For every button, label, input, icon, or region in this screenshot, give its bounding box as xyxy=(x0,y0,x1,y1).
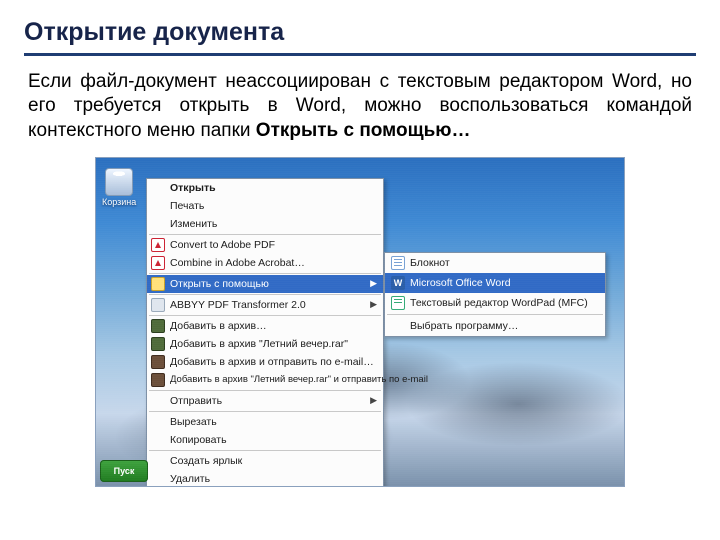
menu-open[interactable]: Открыть xyxy=(147,179,383,197)
menu-add-send-email[interactable]: Добавить в архив и отправить по e-mail… xyxy=(147,353,383,371)
archive-icon xyxy=(151,319,165,333)
blank-icon xyxy=(151,199,165,213)
menu-cut[interactable]: Вырезать xyxy=(147,413,383,431)
menu-separator xyxy=(149,411,381,412)
archive-icon xyxy=(151,337,165,351)
archive-mail-icon xyxy=(151,373,165,387)
start-label: Пуск xyxy=(114,466,135,476)
app-icon xyxy=(151,298,165,312)
blank-icon xyxy=(151,217,165,231)
submenu-wordpad[interactable]: Текстовый редактор WordPad (MFC) xyxy=(385,293,605,313)
trash-label: Корзина xyxy=(102,198,136,207)
pdf-icon xyxy=(151,256,165,270)
submenu-choose[interactable]: Выбрать программу… xyxy=(385,316,605,336)
menu-create-shortcut[interactable]: Создать ярлык xyxy=(147,452,383,470)
blank-icon xyxy=(151,472,165,486)
menu-send-to[interactable]: Отправить▶ xyxy=(147,392,383,410)
submenu-separator xyxy=(387,314,603,315)
menu-separator xyxy=(149,390,381,391)
wordpad-icon xyxy=(391,296,405,310)
menu-add-named-send-email[interactable]: Добавить в архив "Летний вечер.rar" и от… xyxy=(147,371,383,389)
paragraph-bold: Открыть с помощью… xyxy=(256,120,471,141)
menu-separator xyxy=(149,273,381,274)
recycle-bin-icon[interactable]: Корзина xyxy=(102,168,136,207)
blank-icon xyxy=(151,415,165,429)
blank-icon xyxy=(151,454,165,468)
notepad-icon xyxy=(391,256,405,270)
trash-icon xyxy=(105,168,133,196)
menu-combine-pdf[interactable]: Combine in Adobe Acrobat… xyxy=(147,254,383,272)
slide-title: Открытие документа xyxy=(24,18,696,56)
blank-icon xyxy=(151,181,165,195)
open-with-submenu[interactable]: Блокнот WMicrosoft Office Word Текстовый… xyxy=(384,252,606,337)
menu-abbyy[interactable]: ABBYY PDF Transformer 2.0▶ xyxy=(147,296,383,314)
screenshot: Корзина Открыть Печать Изменить Convert … xyxy=(95,157,625,487)
menu-copy[interactable]: Копировать xyxy=(147,431,383,449)
archive-mail-icon xyxy=(151,355,165,369)
menu-add-archive-named[interactable]: Добавить в архив "Летний вечер.rar" xyxy=(147,335,383,353)
menu-separator xyxy=(149,315,381,316)
menu-print[interactable]: Печать xyxy=(147,197,383,215)
menu-open-with[interactable]: Открыть с помощью▶ xyxy=(147,275,383,293)
blank-icon xyxy=(151,433,165,447)
menu-edit[interactable]: Изменить xyxy=(147,215,383,233)
menu-separator xyxy=(149,294,381,295)
menu-delete[interactable]: Удалить xyxy=(147,470,383,487)
submenu-notepad[interactable]: Блокнот xyxy=(385,253,605,273)
word-icon: W xyxy=(391,276,405,290)
slide-paragraph: Если файл-документ неассоциирован с текс… xyxy=(28,70,692,143)
menu-convert-pdf[interactable]: Convert to Adobe PDF xyxy=(147,236,383,254)
context-menu[interactable]: Открыть Печать Изменить Convert to Adobe… xyxy=(146,178,384,487)
submenu-arrow-icon: ▶ xyxy=(370,278,377,289)
openwith-icon xyxy=(151,277,165,291)
pdf-icon xyxy=(151,238,165,252)
submenu-arrow-icon: ▶ xyxy=(370,299,377,310)
start-button[interactable]: Пуск xyxy=(100,460,148,482)
submenu-arrow-icon: ▶ xyxy=(370,395,377,406)
blank-icon xyxy=(151,394,165,408)
menu-separator xyxy=(149,234,381,235)
blank-icon xyxy=(391,319,405,333)
menu-add-archive[interactable]: Добавить в архив… xyxy=(147,317,383,335)
menu-separator xyxy=(149,450,381,451)
submenu-word[interactable]: WMicrosoft Office Word xyxy=(385,273,605,293)
